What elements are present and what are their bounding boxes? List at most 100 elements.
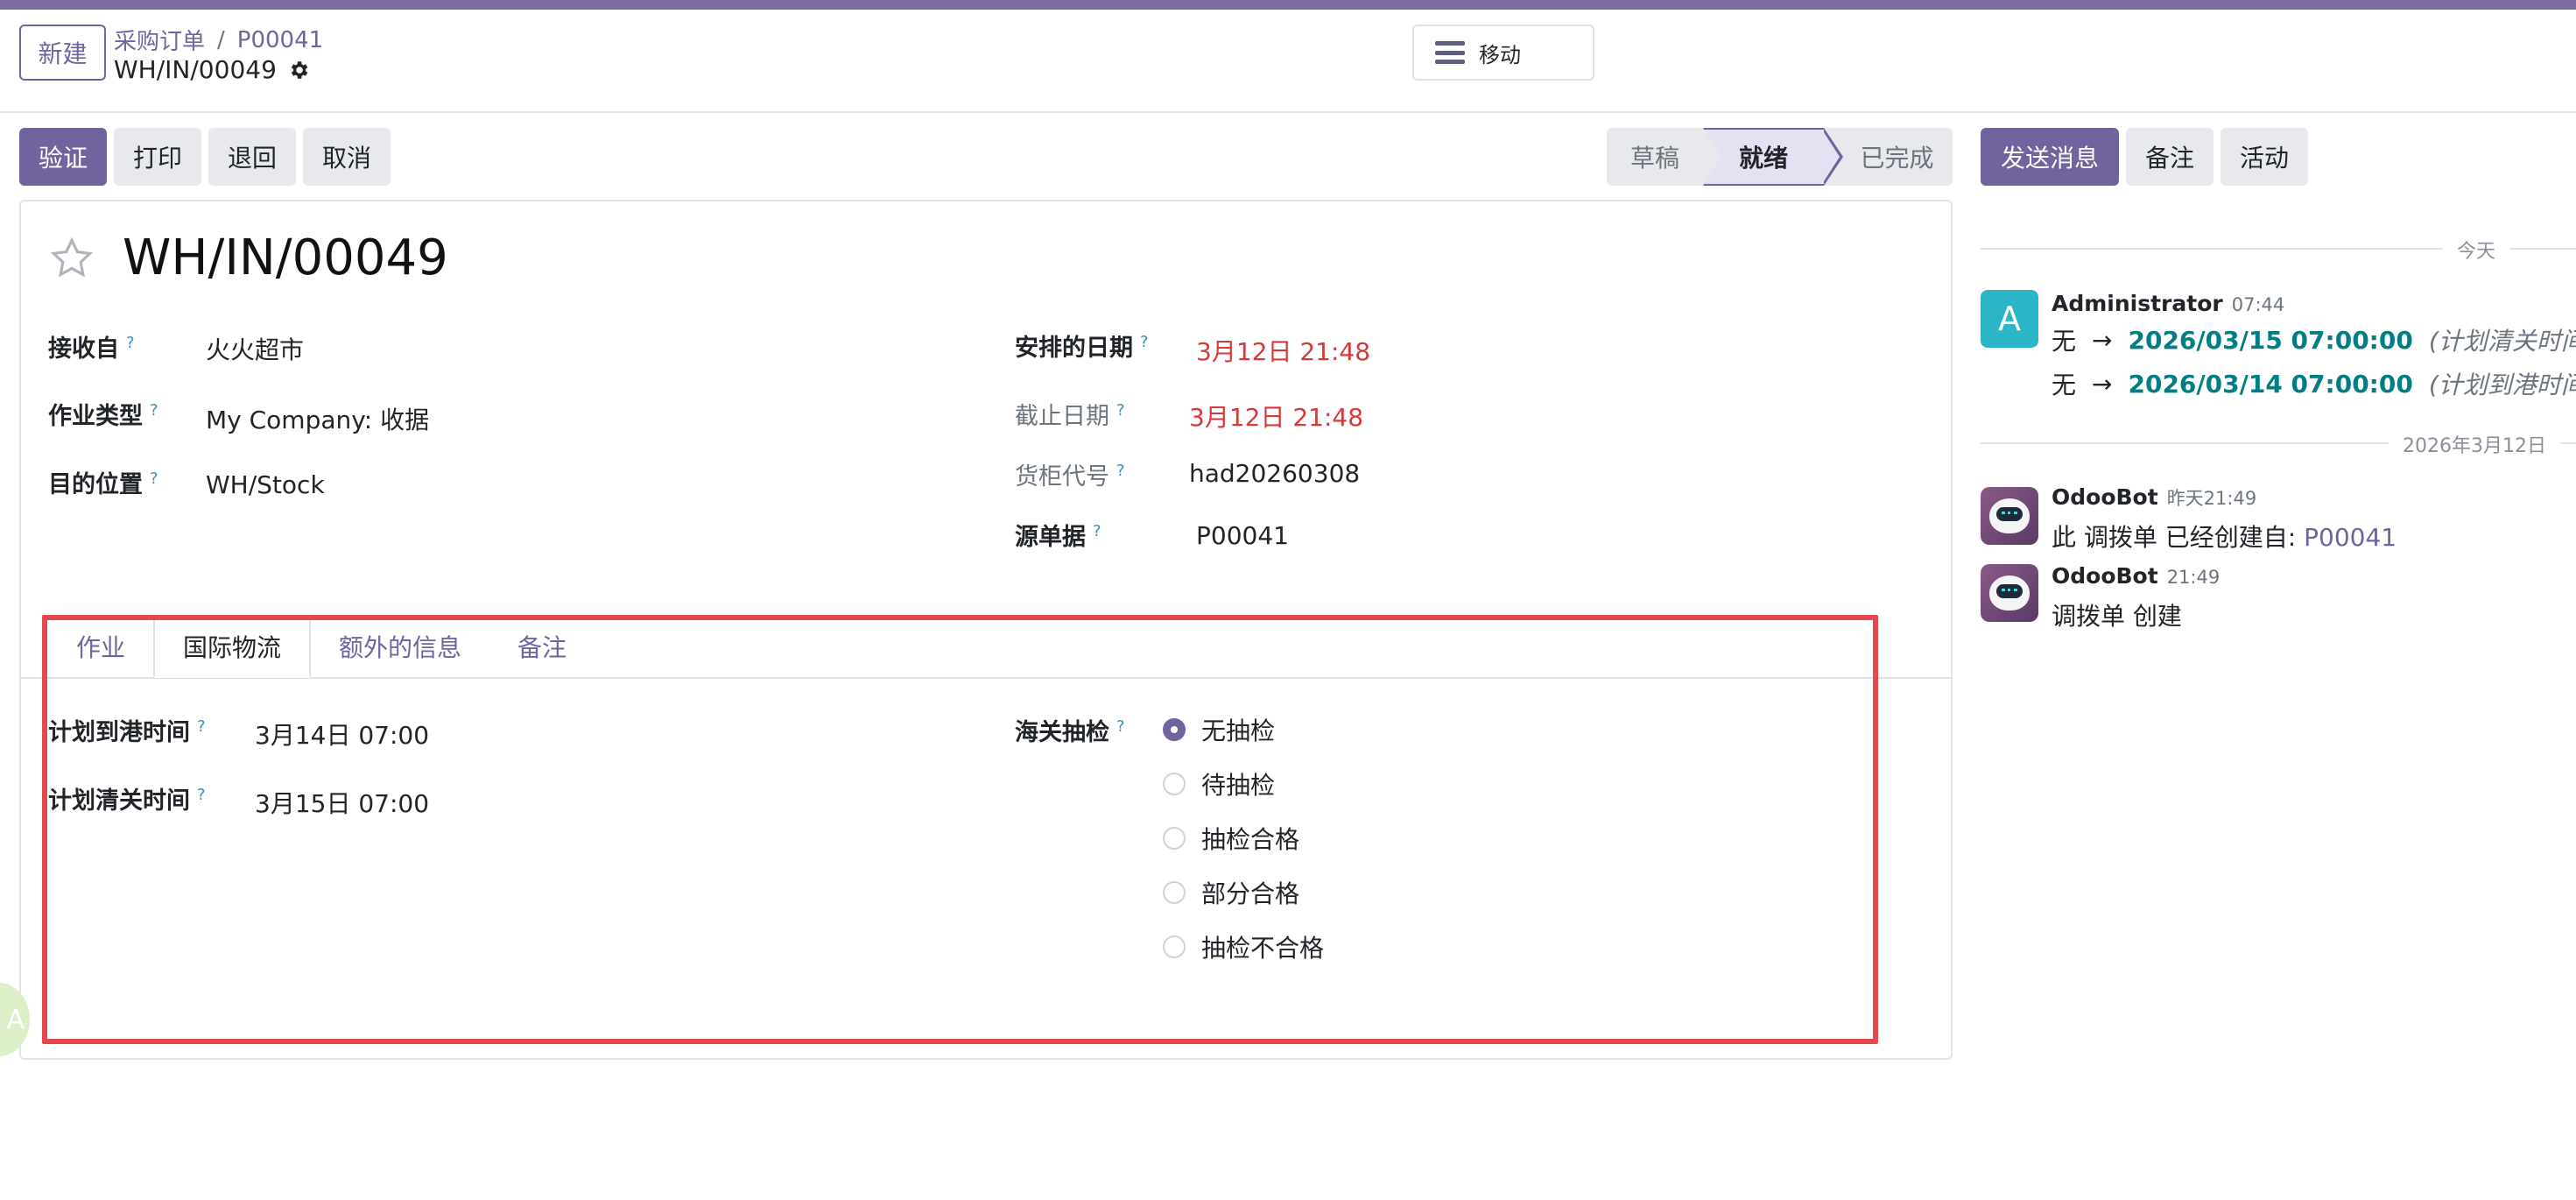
radio-icon[interactable] [1163, 881, 1186, 904]
message-time: 07:44 [2231, 294, 2285, 315]
radio-icon[interactable] [1163, 827, 1186, 850]
help-icon[interactable]: ? [1140, 333, 1149, 351]
star-icon[interactable] [48, 235, 95, 282]
field-label-scheduled-date: 安排的日期? [1015, 333, 1149, 362]
tab-notes[interactable]: 备注 [489, 615, 595, 678]
help-icon[interactable]: ? [150, 469, 158, 488]
radio-label: 部分合格 [1201, 879, 1300, 908]
field-label-customs-inspection: 海关抽检? [1015, 717, 1125, 746]
radio-option-partial[interactable]: 部分合格 [1163, 875, 1299, 910]
breadcrumb-purchase-orders[interactable]: 采购订单 [114, 24, 205, 56]
print-button[interactable]: 打印 [114, 128, 201, 186]
message-body: 此 调拨单 已经创建自: P00041 [2052, 519, 2397, 554]
field-value-planned-clearance[interactable]: 3月15日 07:00 [255, 785, 429, 820]
tracking-old: 无 [2052, 327, 2077, 356]
field-value-source-document[interactable]: P00041 [1196, 521, 1289, 550]
tracking-row: 无 → 2026/03/14 07:00:00 (计划到港时间) [2052, 366, 2576, 401]
tab-operations[interactable]: 作业 [48, 615, 153, 678]
tracking-field: (计划清关时间) [2428, 327, 2576, 356]
field-label-destination: 目的位置? [48, 469, 158, 498]
radio-icon[interactable] [1163, 935, 1186, 958]
field-label-planned-arrival: 计划到港时间? [48, 717, 206, 746]
field-value-container-code[interactable]: had20260308 [1189, 459, 1360, 488]
radio-option-pending[interactable]: 待抽检 [1163, 766, 1275, 801]
tab-extra-info[interactable]: 额外的信息 [311, 615, 489, 678]
status-ready-label: 就绪 [1738, 144, 1788, 173]
field-value-deadline: 3月12日 21:48 [1189, 403, 1364, 432]
notebook-tabs: 作业 国际物流 额外的信息 备注 [48, 615, 595, 678]
field-value-planned-arrival[interactable]: 3月14日 07:00 [255, 716, 429, 752]
breadcrumb: 采购订单 / P00041 [114, 24, 323, 56]
help-icon[interactable]: ? [1116, 462, 1125, 480]
breadcrumb-order[interactable]: P00041 [237, 27, 323, 53]
field-value-operation-type[interactable]: My Company: 收据 [206, 401, 429, 436]
move-button[interactable]: 移动 [1412, 25, 1594, 81]
status-ready[interactable]: 就绪 [1703, 128, 1824, 186]
radio-label: 抽检合格 [1201, 825, 1300, 854]
status-bar: 草稿 就绪 已完成 [1607, 128, 1953, 186]
field-value-destination[interactable]: WH/Stock [206, 470, 325, 499]
radio-option-passed[interactable]: 抽检合格 [1163, 821, 1299, 856]
log-note-button[interactable]: 备注 [2126, 128, 2214, 186]
cancel-button[interactable]: 取消 [303, 128, 391, 186]
tracking-old: 无 [2052, 371, 2077, 399]
author-name[interactable]: OdooBot [2052, 563, 2158, 589]
help-icon[interactable]: ? [197, 717, 206, 736]
message-link-order[interactable]: P00041 [2304, 523, 2397, 552]
status-done[interactable]: 已完成 [1824, 128, 1953, 186]
tracking-new: 2026/03/14 07:00:00 [2128, 369, 2413, 399]
message-body: 调拨单 创建 [2052, 602, 2182, 631]
radio-icon[interactable] [1163, 718, 1186, 741]
record-name: WH/IN/00049 [114, 55, 310, 84]
message-time: 昨天21:49 [2166, 488, 2257, 509]
author-name[interactable]: OdooBot [2052, 484, 2158, 510]
help-icon[interactable]: ? [1116, 401, 1125, 420]
radio-label: 待抽检 [1201, 771, 1276, 800]
field-label-deadline: 截止日期? [1015, 401, 1125, 430]
field-value-partner[interactable]: 火火超市 [206, 331, 304, 366]
record-name-text: WH/IN/00049 [114, 55, 277, 84]
send-message-button[interactable]: 发送消息 [1981, 128, 2119, 186]
radio-option-none[interactable]: 无抽检 [1163, 712, 1275, 747]
help-icon[interactable]: ? [1093, 522, 1101, 540]
field-value-scheduled-date[interactable]: 3月12日 21:48 [1196, 333, 1370, 368]
field-label-operation-type: 作业类型? [48, 401, 158, 430]
message-author: Administrator 07:44 [2052, 291, 2284, 316]
arrow-right-icon: → [2092, 369, 2113, 399]
tracking-new: 2026/03/15 07:00:00 [2128, 325, 2413, 355]
arrow-right-icon: → [2092, 325, 2113, 355]
breadcrumb-separator: / [217, 26, 225, 53]
avatar-administrator[interactable]: A [1981, 290, 2038, 348]
message-text: 此 调拨单 已经创建自: [2052, 523, 2297, 552]
message-time: 21:49 [2166, 567, 2221, 588]
return-button[interactable]: 退回 [208, 128, 296, 186]
radio-option-failed[interactable]: 抽检不合格 [1163, 929, 1324, 964]
field-label-container-code: 货柜代号? [1015, 462, 1125, 491]
help-icon[interactable]: ? [126, 334, 135, 352]
new-button[interactable]: 新建 [19, 25, 106, 81]
help-icon[interactable]: ? [150, 401, 158, 420]
tracking-row: 无 → 2026/03/15 07:00:00 (计划清关时间) [2052, 322, 2576, 357]
divider-date: 2026年3月12日 [2389, 430, 2560, 458]
gear-icon[interactable] [287, 59, 310, 81]
field-label-planned-clearance: 计划清关时间? [48, 786, 206, 815]
validate-button[interactable]: 验证 [19, 128, 107, 186]
hamburger-icon [1435, 41, 1465, 64]
message-author: OdooBot 昨天21:49 [2052, 484, 2256, 511]
status-arrow-right [1822, 130, 1840, 184]
tab-international-logistics[interactable]: 国际物流 [153, 615, 312, 678]
odoobot-avatar-icon[interactable] [1981, 487, 2038, 545]
message-author: OdooBot 21:49 [2052, 563, 2220, 589]
activities-button[interactable]: 活动 [2221, 128, 2308, 186]
move-button-label: 移动 [1479, 42, 1521, 67]
divider-today: 今天 [2443, 236, 2510, 264]
record-title: WH/IN/00049 [123, 229, 448, 286]
status-draft[interactable]: 草稿 [1607, 128, 1703, 186]
radio-icon[interactable] [1163, 773, 1186, 795]
help-icon[interactable]: ? [197, 786, 206, 804]
help-icon[interactable]: ? [1116, 717, 1125, 736]
tracking-field: (计划到港时间) [2428, 371, 2576, 399]
author-name[interactable]: Administrator [2052, 291, 2223, 316]
status-arrow-left [1703, 128, 1721, 186]
odoobot-avatar-icon[interactable] [1981, 564, 2038, 622]
